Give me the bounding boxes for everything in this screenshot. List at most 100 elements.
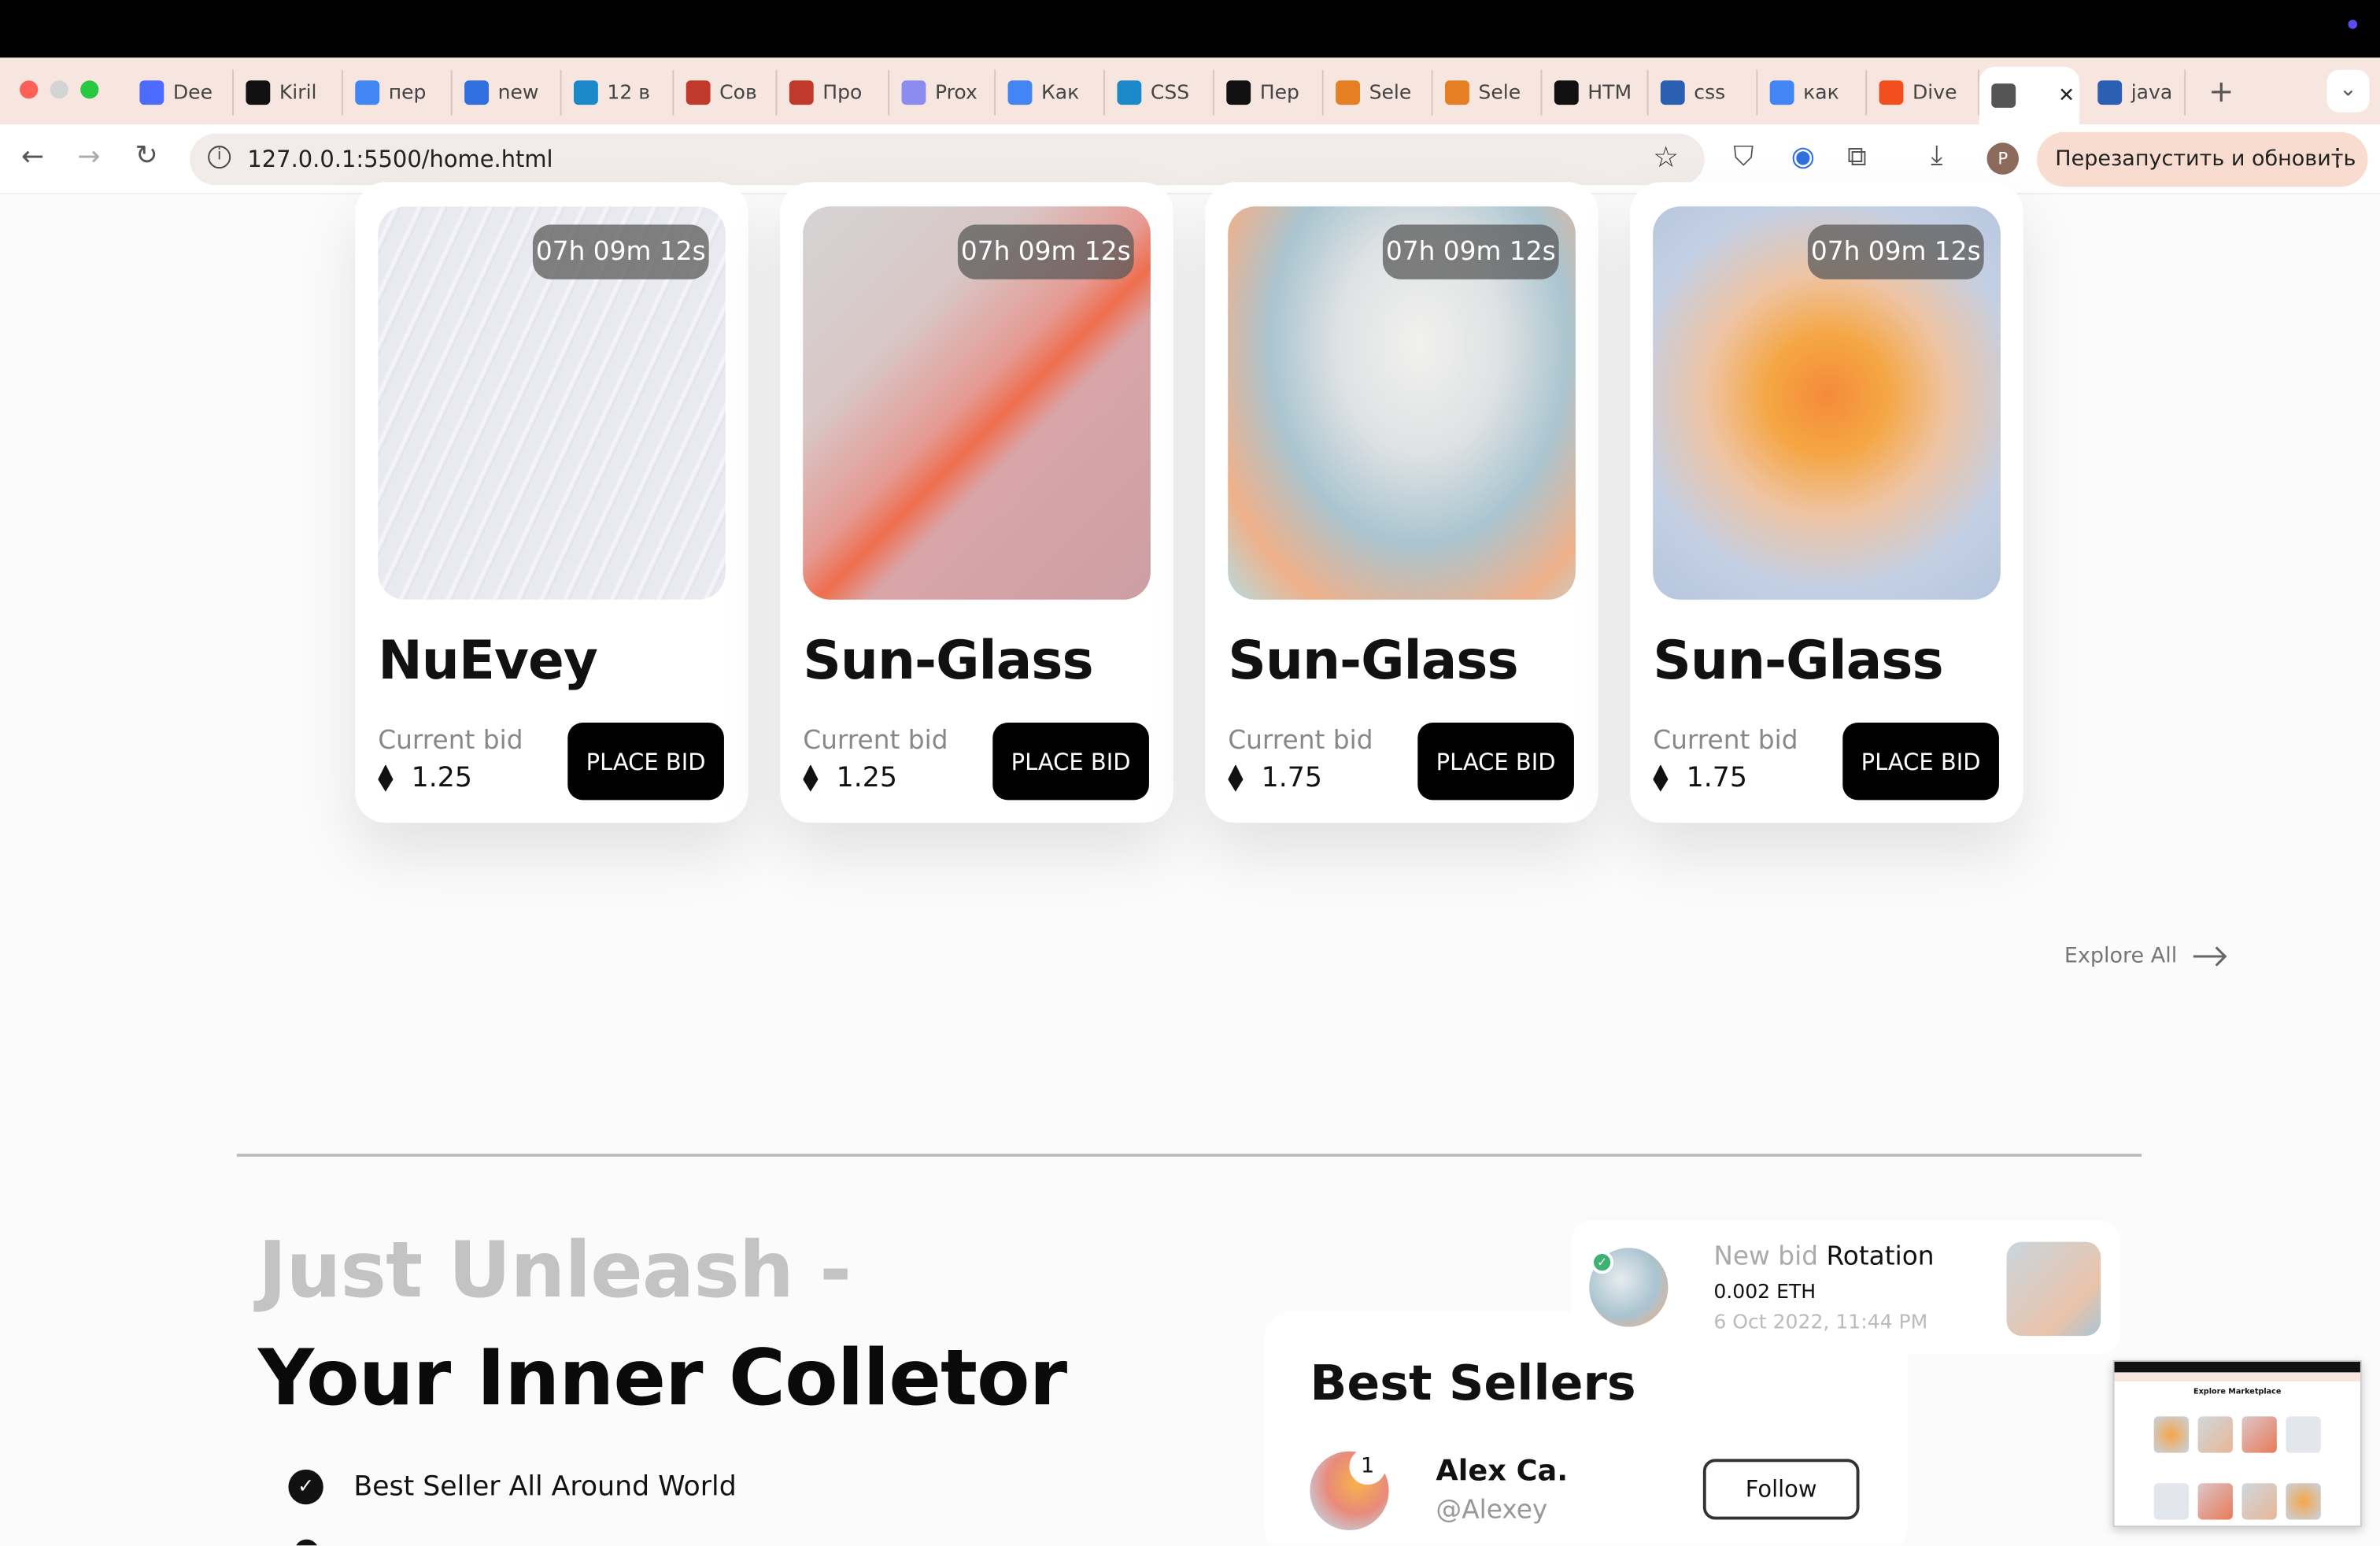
relaunch-button[interactable]: Перезапустить и обновить ⋮ bbox=[2037, 131, 2368, 187]
bid-amount: 0.002 ETH bbox=[1713, 1281, 1816, 1304]
browser-tab[interactable]: пер bbox=[343, 69, 453, 116]
nft-card[interactable]: 07h 09m 12s Sun-Glass Current bid 1.75 PLACE… bbox=[1205, 182, 1598, 823]
asterisk-icon bbox=[1117, 80, 1142, 105]
browser-tab[interactable]: CSS bbox=[1105, 69, 1214, 116]
google-icon bbox=[355, 80, 380, 105]
browser-tab[interactable]: Пер bbox=[1214, 69, 1324, 116]
browser-window: Dee Kiril пер new 12 в Сов Про Prox Как CSS Пер Sel… bbox=[0, 0, 2380, 1546]
back-icon[interactable]: ← bbox=[21, 143, 44, 172]
address-bar[interactable]: i 127.0.0.1:5500/home.html ☆ bbox=[190, 133, 1705, 186]
puzzle-icon[interactable]: ⧉ bbox=[1847, 143, 1867, 172]
browser-tab[interactable]: css bbox=[1648, 69, 1758, 116]
close-window-button[interactable] bbox=[20, 80, 39, 99]
browser-tab[interactable]: Сов bbox=[674, 69, 778, 116]
blocks-icon bbox=[1336, 80, 1360, 105]
preview-card bbox=[2286, 1416, 2321, 1453]
explore-all-label: Explore All bbox=[2064, 944, 2178, 969]
tab-label: 12 в bbox=[607, 81, 651, 105]
preview-title: Explore Marketplace bbox=[2193, 1387, 2282, 1397]
preview-card bbox=[2241, 1483, 2277, 1520]
tab-label: css bbox=[1694, 81, 1726, 105]
place-bid-button[interactable]: PLACE BID bbox=[1842, 722, 1999, 801]
browser-tab[interactable]: Sele bbox=[1433, 69, 1543, 116]
browser-tab[interactable]: Dee bbox=[128, 69, 234, 116]
browser-tab[interactable]: Dive bbox=[1867, 69, 1979, 116]
arrow-right-icon bbox=[2193, 946, 2228, 967]
price-value: 1.25 bbox=[411, 762, 472, 794]
seller-avatar: 1 bbox=[1310, 1448, 1389, 1530]
circle-icon bbox=[464, 80, 489, 105]
toolbar: ← → ↻ i 127.0.0.1:5500/home.html ☆ ⛉ ◉ ⧉… bbox=[0, 124, 2380, 194]
google-icon bbox=[1007, 80, 1033, 105]
seller-handle: @Alexey bbox=[1436, 1495, 1548, 1526]
check-circle-icon bbox=[294, 1539, 319, 1546]
new-tab-button[interactable]: + bbox=[2208, 76, 2234, 106]
globe-icon bbox=[901, 80, 926, 105]
download-icon[interactable]: ⤓ bbox=[1931, 142, 1942, 170]
reload-icon[interactable]: ↻ bbox=[135, 142, 158, 170]
figma-icon bbox=[1879, 80, 1904, 105]
new-bid-notification: ✓ New bid Rotation 0.002 ETH 6 Oct 2022,… bbox=[1571, 1220, 2121, 1355]
menu-bar bbox=[0, 0, 2380, 58]
minimize-window-button[interactable] bbox=[50, 80, 68, 99]
hero-heading-line2: Your Inner Colletor bbox=[257, 1334, 1067, 1424]
page-preview-thumbnail[interactable]: Explore Marketplace bbox=[2112, 1359, 2362, 1528]
forward-icon[interactable]: → bbox=[77, 143, 100, 172]
asterisk-icon bbox=[573, 80, 598, 105]
browser-tab[interactable]: Как bbox=[996, 69, 1105, 116]
browser-tab[interactable]: new bbox=[453, 69, 562, 116]
bid-prefix: New bid bbox=[1713, 1241, 1819, 1273]
bookmark-star-icon[interactable]: ☆ bbox=[1653, 141, 1679, 174]
nft-card[interactable]: 07h 09m 12s Sun-Glass Current bid 1.75 PLACE… bbox=[1630, 182, 2023, 823]
auction-timer: 07h 09m 12s bbox=[1382, 224, 1559, 279]
tab-label: new bbox=[497, 81, 539, 105]
auction-timer: 07h 09m 12s bbox=[957, 224, 1134, 279]
nft-title: NuEvey bbox=[378, 631, 598, 693]
browser-tab[interactable]: Про bbox=[777, 69, 890, 116]
blocks-icon bbox=[1444, 80, 1469, 105]
ethereum-icon bbox=[1228, 764, 1244, 792]
explore-all-link[interactable]: Explore All bbox=[2064, 944, 2229, 969]
more-menu-icon[interactable]: ⋮ bbox=[2326, 142, 2350, 172]
verified-icon: ✓ bbox=[1591, 1251, 1614, 1274]
price-value: 1.75 bbox=[1261, 762, 1322, 794]
browser-tab[interactable]: ✕ bbox=[1979, 66, 2080, 125]
extension-icon[interactable]: ◉ bbox=[1791, 143, 1815, 172]
tab-search-button[interactable]: ⌄ bbox=[2326, 69, 2370, 113]
tab-label: как bbox=[1803, 81, 1839, 105]
browser-tab[interactable]: Prox bbox=[889, 69, 996, 116]
browser-tab[interactable]: java bbox=[2086, 69, 2186, 116]
bid-item-thumbnail bbox=[2006, 1241, 2101, 1337]
tab-label: Sele bbox=[1478, 81, 1521, 105]
stack-icon bbox=[1660, 80, 1685, 105]
place-bid-button[interactable]: PLACE BID bbox=[567, 722, 724, 801]
nft-title: Sun-Glass bbox=[1228, 631, 1518, 693]
current-bid-label: Current bid bbox=[1653, 725, 1798, 756]
profile-avatar[interactable]: P bbox=[1986, 142, 2019, 175]
figure-icon bbox=[789, 80, 814, 105]
place-bid-button[interactable]: PLACE BID bbox=[992, 722, 1149, 801]
status-dot-icon bbox=[2348, 20, 2358, 29]
place-bid-button[interactable]: PLACE BID bbox=[1417, 722, 1574, 801]
follow-button[interactable]: Follow bbox=[1702, 1459, 1860, 1520]
browser-tab[interactable]: HTM bbox=[1542, 69, 1649, 116]
browser-tab[interactable]: Kiril bbox=[234, 69, 343, 116]
seller-name: Alex Ca. bbox=[1436, 1454, 1569, 1488]
preview-tabbar bbox=[2114, 1372, 2360, 1381]
section-divider bbox=[236, 1153, 2142, 1157]
browser-tab[interactable]: 12 в bbox=[562, 69, 674, 116]
current-bid-label: Current bid bbox=[803, 725, 948, 756]
nft-card[interactable]: 07h 09m 12s Sun-Glass Current bid 1.25 PLACE… bbox=[780, 182, 1173, 823]
close-tab-icon[interactable]: ✕ bbox=[2058, 84, 2075, 107]
tab-label: Про bbox=[822, 81, 863, 105]
maximize-window-button[interactable] bbox=[80, 80, 99, 99]
shield-icon[interactable]: ⛉ bbox=[1733, 143, 1754, 172]
browser-tab[interactable]: как bbox=[1757, 69, 1868, 116]
site-info-icon[interactable]: i bbox=[208, 146, 231, 169]
browser-tab[interactable]: Sele bbox=[1324, 69, 1433, 116]
rank-badge: 1 bbox=[1349, 1448, 1386, 1485]
check-circle-icon: ✓ bbox=[288, 1469, 323, 1505]
nft-title: Sun-Glass bbox=[1653, 631, 1943, 693]
nft-card[interactable]: 07h 09m 12s NuEvey Current bid 1.25 PLACE BI… bbox=[355, 182, 748, 823]
bid-item-name: Rotation bbox=[1826, 1241, 1935, 1273]
